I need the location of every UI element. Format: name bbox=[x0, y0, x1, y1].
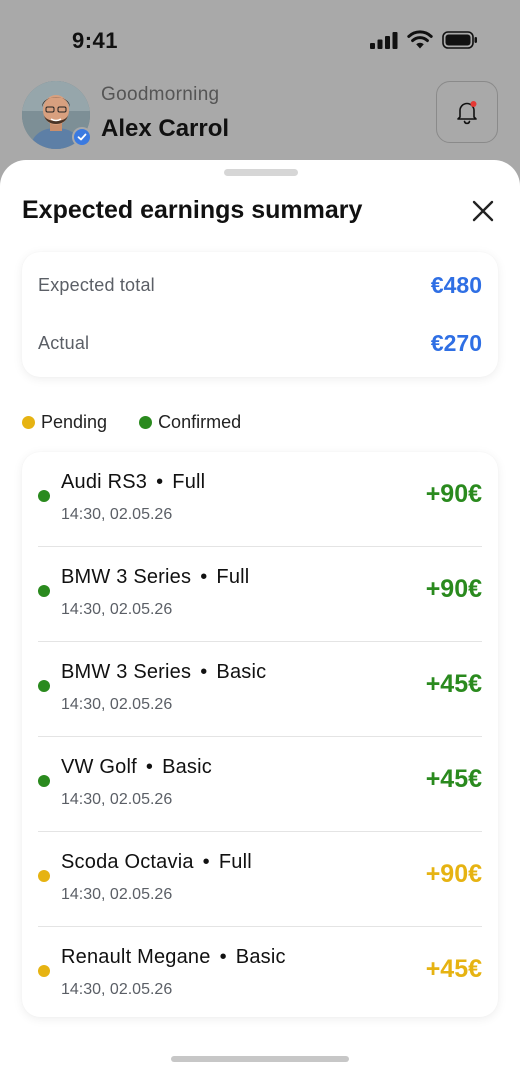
sheet-title: Expected earnings summary bbox=[22, 196, 363, 224]
item-type: Basic bbox=[216, 661, 267, 683]
item-type: Full bbox=[216, 566, 250, 588]
notifications-button[interactable] bbox=[436, 81, 498, 143]
item-separator: • bbox=[156, 471, 164, 493]
item-amount: +90€ bbox=[425, 480, 482, 508]
item-datetime: 14:30, 02.05.26 bbox=[61, 981, 173, 998]
status-dot-icon bbox=[38, 870, 50, 882]
legend-confirmed: Confirmed bbox=[139, 412, 241, 433]
item-car: BMW 3 Series bbox=[61, 661, 192, 683]
battery-icon bbox=[442, 30, 477, 49]
status-dot-icon bbox=[38, 965, 50, 977]
item-type: Basic bbox=[162, 756, 212, 778]
item-amount: +90€ bbox=[425, 860, 482, 888]
status-dot-icon bbox=[38, 680, 50, 692]
item-amount: +45€ bbox=[425, 765, 482, 793]
item-title: BMW 3 Series • Basic bbox=[61, 661, 266, 684]
sheet-grabber[interactable] bbox=[224, 169, 298, 176]
status-bar: 9:41 bbox=[0, 0, 520, 80]
item-amount: +45€ bbox=[425, 670, 482, 698]
close-icon bbox=[472, 200, 494, 222]
confirmed-dot-icon bbox=[139, 416, 153, 429]
item-type: Full bbox=[218, 851, 252, 873]
close-button[interactable] bbox=[468, 196, 498, 226]
expected-total-label: Expected total bbox=[38, 275, 155, 295]
item-separator: • bbox=[145, 756, 154, 778]
earnings-bottom-sheet: Expected earnings summary Expected total… bbox=[0, 160, 520, 1074]
status-dot-icon bbox=[38, 490, 50, 502]
item-separator: • bbox=[219, 946, 227, 968]
status-time: 9:41 bbox=[72, 28, 119, 53]
summary-card: Expected total €480 Actual €270 bbox=[22, 252, 498, 377]
notification-dot bbox=[470, 101, 477, 107]
item-amount: +90€ bbox=[425, 575, 482, 603]
actual-row: Actual €270 bbox=[38, 330, 482, 357]
item-car: BMW 3 Series bbox=[61, 566, 192, 588]
item-car: VW Golf bbox=[61, 756, 137, 778]
list-item[interactable]: VW Golf • Basic 14:30, 02.05.26 +45€ bbox=[22, 737, 498, 832]
item-car: Scoda Octavia bbox=[61, 851, 194, 873]
list-item[interactable]: BMW 3 Series • Full 14:30, 02.05.26 +90€ bbox=[22, 547, 498, 642]
status-dot-icon bbox=[38, 585, 50, 597]
expected-total-row: Expected total €480 bbox=[38, 272, 482, 299]
actual-label: Actual bbox=[38, 333, 90, 353]
pending-dot-icon bbox=[22, 416, 35, 429]
item-title: Audi RS3 • Full bbox=[61, 471, 205, 494]
actual-value: €270 bbox=[430, 330, 482, 356]
list-item[interactable]: Audi RS3 • Full 14:30, 02.05.26 +90€ bbox=[22, 452, 498, 547]
expected-total-value: €480 bbox=[430, 272, 482, 298]
home-indicator[interactable] bbox=[171, 1056, 349, 1062]
status-icons bbox=[370, 30, 478, 49]
item-separator: • bbox=[200, 566, 208, 588]
item-datetime: 14:30, 02.05.26 bbox=[61, 506, 173, 523]
item-separator: • bbox=[202, 851, 210, 873]
item-datetime: 14:30, 02.05.26 bbox=[61, 696, 173, 713]
item-car: Audi RS3 bbox=[61, 471, 148, 493]
greeting-text: Goodmorning bbox=[101, 84, 220, 105]
user-name: Alex Carrol bbox=[101, 115, 230, 142]
item-car: Renault Megane bbox=[61, 946, 211, 968]
legend-pending: Pending bbox=[22, 412, 107, 433]
avatar[interactable] bbox=[22, 81, 92, 149]
item-datetime: 14:30, 02.05.26 bbox=[61, 886, 173, 903]
item-title: Renault Megane • Basic bbox=[61, 946, 286, 969]
item-amount: +45€ bbox=[425, 955, 482, 983]
item-separator: • bbox=[200, 661, 208, 683]
cellular-signal-icon bbox=[370, 31, 398, 49]
legend-pending-label: Pending bbox=[41, 412, 108, 432]
list-item[interactable]: Scoda Octavia • Full 14:30, 02.05.26 +90€ bbox=[22, 832, 498, 927]
item-type: Full bbox=[172, 471, 206, 493]
list-item[interactable]: Renault Megane • Basic 14:30, 02.05.26 +45€ bbox=[22, 927, 498, 1022]
status-legend: Pending Confirmed bbox=[22, 412, 273, 433]
legend-confirmed-label: Confirmed bbox=[158, 412, 242, 432]
list-item[interactable]: BMW 3 Series • Basic 14:30, 02.05.26 +45€ bbox=[22, 642, 498, 737]
earnings-list: Audi RS3 • Full 14:30, 02.05.26 +90€ BMW 3 Se… bbox=[22, 452, 498, 1017]
wifi-icon bbox=[407, 30, 433, 49]
item-title: VW Golf • Basic bbox=[61, 756, 212, 779]
item-title: Scoda Octavia • Full bbox=[61, 851, 252, 874]
profile-header: Goodmorning Alex Carrol bbox=[0, 78, 520, 158]
verified-badge-icon bbox=[72, 127, 92, 147]
item-datetime: 14:30, 02.05.26 bbox=[61, 791, 173, 808]
item-datetime: 14:30, 02.05.26 bbox=[61, 601, 173, 618]
item-type: Basic bbox=[235, 946, 286, 968]
item-title: BMW 3 Series • Full bbox=[61, 566, 249, 589]
status-dot-icon bbox=[38, 775, 50, 787]
bell-icon bbox=[457, 101, 477, 125]
